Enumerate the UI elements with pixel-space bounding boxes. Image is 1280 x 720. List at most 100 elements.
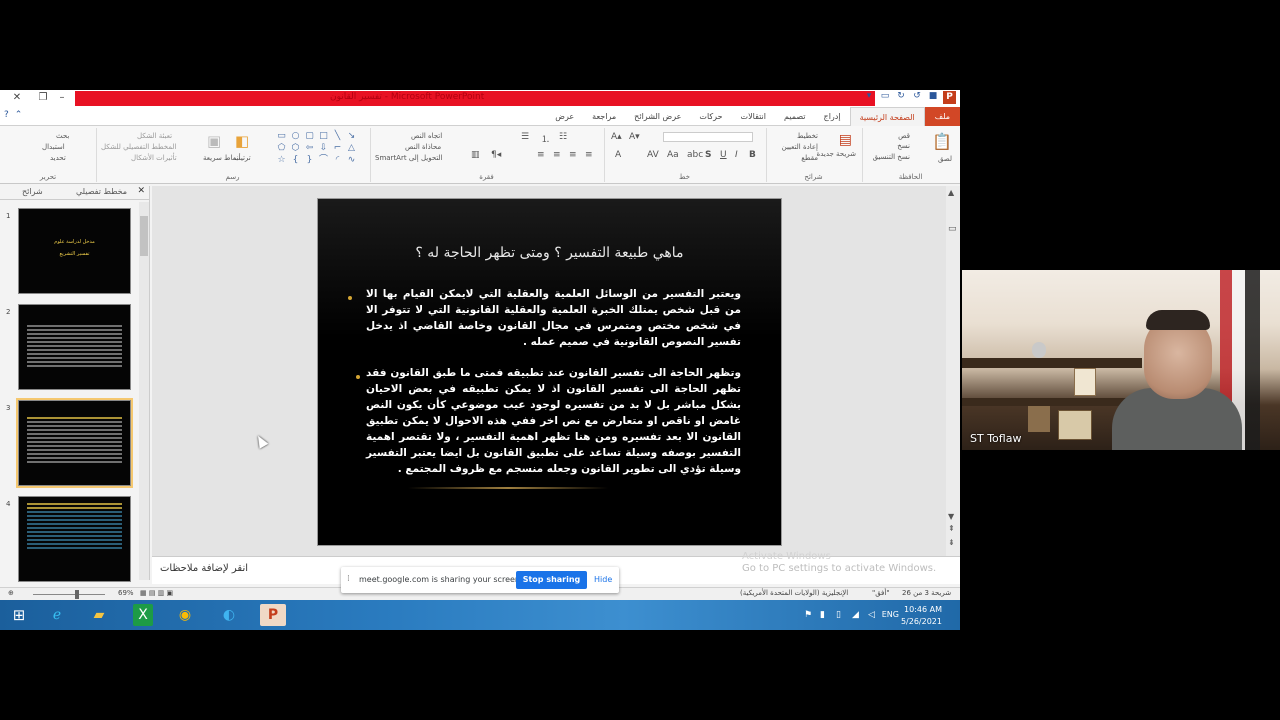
- shapes-gallery[interactable]: ▭ ○ ▢ □ ╲ ↘ ⬠ ⬡ ⇦ ⇩ ⌐ △ ☆{} ⌒ ◜ ∿: [275, 131, 358, 166]
- restore-button[interactable]: ❐: [36, 91, 50, 105]
- scroll-down-icon[interactable]: ▼: [948, 512, 954, 521]
- align-left-icon[interactable]: ≡: [585, 150, 593, 160]
- shape-effects-button[interactable]: تأثيرات الأشكال: [131, 154, 177, 162]
- tab-2[interactable]: إدراج: [815, 107, 850, 126]
- underline-icon[interactable]: U: [720, 150, 727, 160]
- shadow-icon[interactable]: S: [705, 150, 711, 160]
- tab-8[interactable]: عرض: [546, 107, 583, 126]
- down-arrow-icon[interactable]: ⇩: [317, 143, 330, 154]
- clock-date[interactable]: 5/26/2021: [901, 617, 942, 626]
- flag-icon[interactable]: ⚑: [804, 610, 812, 620]
- clock-time[interactable]: 10:46 AM: [904, 605, 942, 614]
- justify-icon[interactable]: ≡: [537, 150, 545, 160]
- slide-bullet-1[interactable]: ويعتبر التفسير من الوسائل العلمية والعقل…: [366, 286, 741, 350]
- left-arrow-icon[interactable]: ⇦: [303, 143, 316, 154]
- smartart-button[interactable]: التحويل إلى SmartArt: [375, 154, 443, 162]
- stop-sharing-button[interactable]: Stop sharing: [516, 571, 587, 589]
- slideshow-icon[interactable]: ▭: [879, 91, 891, 104]
- quick-styles-icon[interactable]: ▣: [207, 132, 221, 150]
- excel-icon[interactable]: X: [133, 604, 153, 626]
- minimize-button[interactable]: –: [55, 91, 69, 105]
- save-icon[interactable]: ■: [927, 91, 939, 104]
- hexagon-icon[interactable]: ⬡: [289, 143, 302, 154]
- line-icon[interactable]: ╲: [331, 131, 344, 142]
- columns-icon[interactable]: ▥: [471, 150, 480, 160]
- bold-icon[interactable]: B: [749, 150, 756, 160]
- text-direction-button[interactable]: اتجاه النص: [411, 132, 442, 140]
- prev-slide-icon[interactable]: ⇞: [948, 524, 955, 533]
- select-button[interactable]: تحديد: [50, 154, 66, 162]
- file-explorer-icon[interactable]: ▰: [86, 604, 112, 626]
- next-slide-icon[interactable]: ⇟: [948, 538, 955, 547]
- edge-icon[interactable]: ◐: [216, 604, 242, 626]
- signal-icon[interactable]: ◢: [852, 610, 859, 620]
- numbering-icon[interactable]: ⒈: [541, 132, 550, 145]
- slide-thumbnail-4[interactable]: [18, 496, 131, 582]
- tab-4[interactable]: انتقالات: [732, 107, 775, 126]
- align-right-icon[interactable]: ≡: [553, 150, 561, 160]
- zoom-out-icon[interactable]: ⊕: [8, 589, 14, 597]
- battery-icon[interactable]: ▯: [836, 610, 841, 620]
- brace-right-icon[interactable]: }: [303, 155, 316, 166]
- brace-icon[interactable]: {: [289, 155, 302, 166]
- change-case-icon[interactable]: Aa: [667, 150, 679, 160]
- input-language[interactable]: ENG: [882, 610, 899, 619]
- windows-start-icon[interactable]: ⊞: [6, 604, 32, 626]
- connector-icon[interactable]: ⌐: [331, 143, 344, 154]
- slide-thumbnail-2[interactable]: [18, 304, 131, 390]
- redo-icon[interactable]: ↻: [895, 91, 907, 104]
- rectangle-icon[interactable]: ▭: [275, 131, 288, 142]
- curve-icon[interactable]: ⌒: [317, 155, 330, 166]
- slide-canvas[interactable]: ماهي طبيعة التفسير ؟ ومتى تظهر الحاجة له…: [317, 198, 782, 546]
- tab-slides[interactable]: شرائح: [22, 187, 43, 196]
- layout-button[interactable]: تخطيط: [797, 132, 818, 140]
- notes-placeholder[interactable]: انقر لإضافة ملاحظات: [160, 563, 248, 574]
- close-button[interactable]: ✕: [10, 91, 24, 105]
- participant-video[interactable]: ST Toflaw: [962, 270, 1280, 450]
- volume-icon[interactable]: ◁: [868, 610, 875, 620]
- collapse-ribbon-icon[interactable]: ⌃: [15, 110, 23, 120]
- shape-fill-button[interactable]: تعبئة الشكل: [137, 132, 172, 140]
- rounded-rect-icon[interactable]: ▢: [303, 131, 316, 142]
- find-button[interactable]: بحث: [56, 132, 69, 140]
- new-slide-button[interactable]: شريحة جديدة: [817, 150, 856, 158]
- slide-title[interactable]: ماهي طبيعة التفسير ؟ ومتى تظهر الحاجة له…: [318, 245, 781, 261]
- scroll-thumb-icon[interactable]: ▭: [948, 224, 957, 234]
- view-icons[interactable]: ▦ ▤ ▥ ▣: [140, 589, 173, 597]
- char-spacing-icon[interactable]: AV: [647, 150, 659, 160]
- tab-outline[interactable]: مخطط تفصيلي: [76, 187, 127, 196]
- new-slide-icon[interactable]: ▤: [839, 132, 852, 148]
- arc-icon[interactable]: ◜: [331, 155, 344, 166]
- tab-3[interactable]: تصميم: [775, 107, 815, 126]
- tab-6[interactable]: عرض الشرائح: [625, 107, 690, 126]
- format-painter-button[interactable]: نسخ التنسيق: [873, 153, 910, 161]
- help-icon[interactable]: ?: [4, 110, 9, 120]
- grow-font-icon[interactable]: A▴: [611, 132, 622, 142]
- line-spacing-icon[interactable]: ☰: [521, 132, 529, 142]
- rect-icon[interactable]: □: [317, 131, 330, 142]
- quick-styles-button[interactable]: أنماط سريعة: [203, 154, 241, 162]
- zoom-slider-knob[interactable]: [75, 590, 79, 599]
- slide-bullet-2[interactable]: وتظهر الحاجة الى تفسير القانون عند تطبيق…: [366, 365, 741, 477]
- undo-icon[interactable]: ↺: [911, 91, 923, 104]
- slide-scrollbar[interactable]: ▲ ▭ ▼ ⇞ ⇟: [946, 186, 960, 556]
- font-color-icon[interactable]: A: [615, 150, 621, 160]
- italic-icon[interactable]: I: [735, 150, 738, 160]
- chrome-icon[interactable]: ◉: [172, 604, 198, 626]
- tab-1[interactable]: الصفحة الرئيسية: [849, 107, 925, 126]
- shrink-font-icon[interactable]: A▾: [629, 132, 640, 142]
- paste-icon[interactable]: 📋: [932, 132, 952, 151]
- oval-icon[interactable]: ○: [289, 131, 302, 142]
- powerpoint-taskbar-icon[interactable]: P: [260, 604, 286, 626]
- star-icon[interactable]: ☆: [275, 155, 288, 166]
- align-center-icon[interactable]: ≡: [569, 150, 577, 160]
- triangle-icon[interactable]: △: [345, 143, 358, 154]
- drag-handle-icon[interactable]: ⁞: [347, 574, 350, 584]
- rtl-icon[interactable]: ¶◂: [491, 150, 501, 160]
- close-pane-button[interactable]: ✕: [137, 186, 145, 196]
- arrange-icon[interactable]: ◧: [235, 132, 249, 150]
- copy-button[interactable]: نسخ: [897, 142, 910, 150]
- align-text-button[interactable]: محاذاة النص: [405, 143, 441, 151]
- bullets-icon[interactable]: ☷: [559, 132, 567, 142]
- thumbnail-scrollbar[interactable]: [139, 202, 149, 580]
